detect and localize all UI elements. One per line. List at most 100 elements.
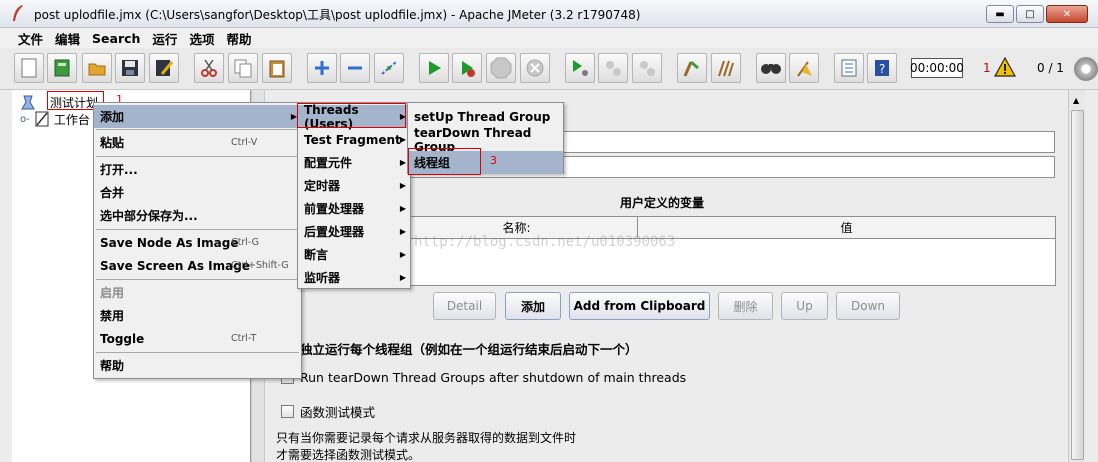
menu-item-save-screen-as-image-label: Save Screen As Image	[100, 258, 250, 273]
submenu-item-timer-label: 定时器	[304, 179, 341, 193]
remote-stop-icon[interactable]	[598, 53, 628, 83]
templates-icon[interactable]	[47, 53, 77, 83]
submenu-item-test-fragment[interactable]: Test Fragment ▶	[298, 128, 410, 151]
submenu-item-post-processor[interactable]: 后置处理器 ▶	[298, 220, 410, 243]
scrollbar-thumb[interactable]	[1071, 110, 1084, 460]
toggle-icon[interactable]	[374, 53, 404, 83]
start-icon[interactable]	[419, 53, 449, 83]
menu-item-save-screen-as-image-shortcut: Ctrl+Shift-G	[231, 260, 289, 271]
menu-item-save-node-as-image-label: Save Node As Image	[100, 235, 239, 250]
menu-item-open[interactable]: 打开...	[94, 158, 301, 181]
add-variable-button[interactable]: 添加	[505, 292, 561, 320]
menu-separator	[96, 129, 299, 130]
add-from-clipboard-button[interactable]: Add from Clipboard	[569, 292, 710, 320]
annotation-box-3	[408, 148, 481, 175]
menu-item-save-screen-as-image[interactable]: Save Screen As Image Ctrl+Shift-G	[94, 254, 301, 277]
menu-item-save-node-as-image-shortcut: Ctrl-G	[231, 237, 260, 248]
functional-mode-note-line-2: 才需要选择函数测试模式。	[276, 448, 421, 462]
submenu-item-listener[interactable]: 监听器 ▶	[298, 266, 410, 289]
new-icon[interactable]	[14, 53, 44, 83]
submenu-item-config-element[interactable]: 配置元件 ▶	[298, 151, 410, 174]
start-no-pause-icon[interactable]	[452, 53, 482, 83]
loggers-icon[interactable]	[1074, 57, 1098, 81]
move-up-button[interactable]: Up	[781, 292, 828, 320]
elapsed-timer: 00:00:00	[910, 58, 964, 78]
shutdown-icon[interactable]	[520, 53, 550, 83]
submenu-arrow-icon: ▶	[399, 250, 406, 259]
remote-start-icon[interactable]	[565, 53, 595, 83]
clear-icon[interactable]	[677, 53, 707, 83]
save-icon[interactable]	[115, 53, 145, 83]
menu-item-paste-shortcut: Ctrl-V	[231, 137, 258, 148]
remote-shutdown-icon[interactable]	[632, 53, 662, 83]
menu-separator	[96, 156, 299, 157]
submenu-item-assertion[interactable]: 断言 ▶	[298, 243, 410, 266]
menu-item-save-node-as-image[interactable]: Save Node As Image Ctrl-G	[94, 231, 301, 254]
close-button[interactable]: ✕	[1046, 5, 1088, 23]
collapse-icon[interactable]	[340, 53, 370, 83]
scroll-up-icon[interactable]: ▲	[1073, 96, 1079, 105]
save-as-icon[interactable]	[149, 53, 179, 83]
teardown-after-shutdown-label: Run tearDown Thread Groups after shutdow…	[300, 370, 687, 385]
menu-item-disable[interactable]: 禁用	[94, 304, 301, 327]
functional-test-mode-option[interactable]: 函数测试模式	[281, 402, 375, 421]
copy-icon[interactable]	[228, 53, 258, 83]
tree-label-workbench: 工作台	[53, 112, 90, 127]
menu-search[interactable]: Search	[86, 31, 146, 46]
maximize-button[interactable]: □	[1016, 5, 1044, 23]
serial-thread-groups-option[interactable]: 独立运行每个线程组（例如在一个组运行结束后启动下一个）	[281, 339, 638, 358]
paste-icon[interactable]	[262, 53, 292, 83]
menu-separator	[96, 279, 299, 280]
submenu-item-pre-processor[interactable]: 前置处理器 ▶	[298, 197, 410, 220]
menu-item-enable-label: 启用	[100, 286, 125, 300]
menu-run[interactable]: 运行	[146, 29, 183, 48]
menu-item-save-selection-as[interactable]: 选中部分保存为...	[94, 204, 301, 227]
menu-item-paste[interactable]: 粘贴 Ctrl-V	[94, 131, 301, 154]
menu-item-open-label: 打开...	[100, 163, 138, 177]
warning-icon[interactable]	[994, 57, 1016, 77]
udv-table[interactable]: 名称: 值	[395, 216, 1056, 286]
search-icon[interactable]	[756, 53, 786, 83]
open-icon[interactable]	[82, 53, 112, 83]
menu-separator	[96, 352, 299, 353]
menu-item-add[interactable]: 添加 ▶	[94, 105, 301, 128]
expand-icon[interactable]	[307, 53, 337, 83]
menu-separator	[96, 229, 299, 230]
toolbar: ? 00:00:00 1 0 / 1	[0, 48, 1098, 90]
menu-item-disable-label: 禁用	[100, 309, 125, 323]
submenu-item-listener-label: 监听器	[304, 271, 341, 285]
menu-edit[interactable]: 编辑	[49, 29, 86, 48]
menu-item-toggle[interactable]: Toggle Ctrl-T	[94, 327, 301, 350]
panel-vertical-scrollbar[interactable]: ▲	[1068, 90, 1085, 462]
teardown-after-shutdown-option[interactable]: Run tearDown Thread Groups after shutdow…	[281, 370, 686, 385]
help-icon[interactable]: ?	[867, 53, 897, 83]
menu-options[interactable]: 选项	[183, 29, 220, 48]
delete-variable-button[interactable]: 删除	[718, 292, 773, 320]
title-bar: post uplodfile.jmx (C:\Users\sangfor\Des…	[0, 0, 1098, 28]
udv-section-title: 用户定义的变量	[620, 196, 705, 210]
functional-test-mode-checkbox[interactable]	[281, 405, 294, 418]
menu-item-help[interactable]: 帮助	[94, 354, 301, 377]
submenu-item-pre-processor-label: 前置处理器	[304, 202, 365, 216]
reset-search-icon[interactable]	[789, 53, 819, 83]
udv-value-header[interactable]: 值	[638, 217, 1055, 239]
menu-item-help-label: 帮助	[100, 359, 125, 373]
menu-file[interactable]: 文件	[12, 29, 49, 48]
menu-item-enable[interactable]: 启用	[94, 281, 301, 304]
clear-all-icon[interactable]	[711, 53, 741, 83]
cut-icon[interactable]	[194, 53, 224, 83]
function-helper-icon[interactable]	[834, 53, 864, 83]
submenu-item-assertion-label: 断言	[304, 248, 329, 262]
move-down-button[interactable]: Down	[836, 292, 900, 320]
menu-bar: 文件 编辑 Search 运行 选项 帮助	[0, 28, 1098, 48]
submenu-arrow-icon: ▶	[399, 181, 406, 190]
minimize-button[interactable]: ▬	[986, 5, 1014, 23]
menu-item-merge[interactable]: 合并	[94, 181, 301, 204]
menu-help[interactable]: 帮助	[220, 29, 257, 48]
submenu-item-timer[interactable]: 定时器 ▶	[298, 174, 410, 197]
error-count: 1	[983, 61, 991, 75]
tree-node-workbench[interactable]: o- 工作台	[20, 110, 90, 128]
stop-icon[interactable]	[486, 53, 516, 83]
detail-button[interactable]: Detail	[433, 292, 496, 320]
menu-item-paste-label: 粘贴	[100, 136, 125, 150]
